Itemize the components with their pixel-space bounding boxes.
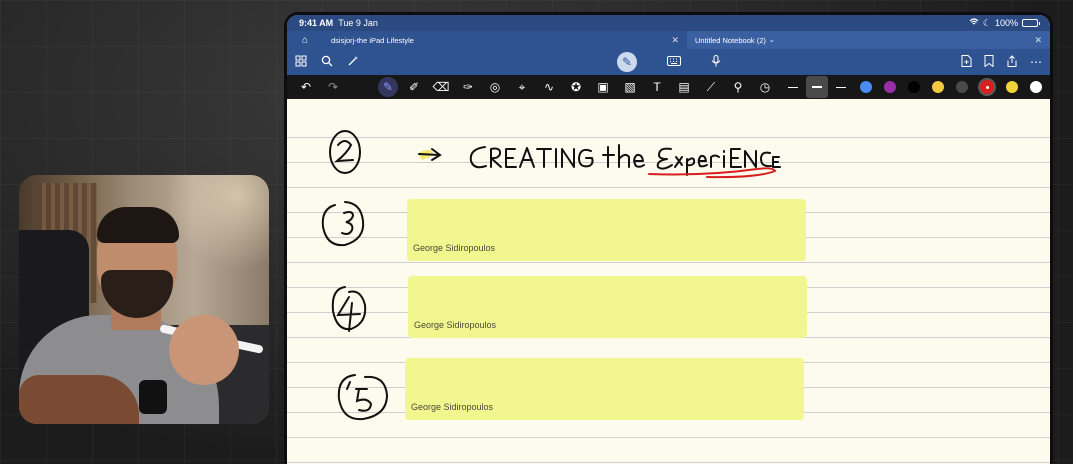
battery-percent: 100% bbox=[994, 18, 1018, 28]
sticky-note-author: George Sidiropoulos bbox=[413, 243, 496, 253]
nav-left-group bbox=[295, 49, 359, 75]
more-icon[interactable]: ⋯ bbox=[1030, 55, 1042, 69]
add-page-icon[interactable] bbox=[961, 54, 972, 70]
sticky-note[interactable]: George Sidiropoulos bbox=[405, 358, 804, 420]
status-time: 9:41 AM bbox=[299, 18, 334, 28]
thickness-group bbox=[782, 76, 852, 98]
color-swatch[interactable] bbox=[908, 81, 920, 93]
keyboard-icon[interactable] bbox=[667, 55, 681, 69]
history-icon[interactable]: ◷ bbox=[754, 76, 776, 98]
drawing-toolbar: ↶ ↷ ✎ ✐ ⌫ ✑ ◎ ⌖ ∿ ✪ ▣ ▧ T ▤ ⟋ ⚲ ◷ bbox=[287, 75, 1050, 99]
grid-icon[interactable] bbox=[295, 55, 307, 70]
pen-mode-icon[interactable]: ✎ bbox=[617, 52, 637, 72]
pen-tool-icon[interactable]: ✎ bbox=[378, 77, 398, 97]
microphone-icon[interactable] bbox=[711, 54, 721, 70]
color-swatch[interactable] bbox=[956, 81, 968, 93]
pencil-tool-icon[interactable]: ✐ bbox=[403, 76, 425, 98]
chevron-down-icon[interactable]: ⌄ bbox=[769, 36, 775, 44]
shape-tool-icon[interactable]: ◎ bbox=[484, 76, 506, 98]
home-icon[interactable]: ⌂ bbox=[287, 35, 323, 46]
navigation-bar: ✎ ⋯ bbox=[287, 49, 1050, 75]
camera-tool-icon[interactable]: ▤ bbox=[673, 76, 695, 98]
color-swatch[interactable] bbox=[932, 81, 944, 93]
search-icon[interactable] bbox=[321, 55, 333, 70]
thickness-thin[interactable] bbox=[782, 76, 804, 98]
tab-ipad-lifestyle[interactable]: dsisjorj-the iPad Lifestyle ✕ bbox=[323, 31, 687, 49]
thick-line-mark bbox=[836, 86, 846, 88]
eraser-tool-icon[interactable]: ⌫ bbox=[430, 76, 452, 98]
handwritten-arrow bbox=[417, 148, 442, 161]
close-icon[interactable]: ✕ bbox=[1034, 35, 1042, 46]
color-swatch[interactable] bbox=[1006, 81, 1018, 93]
color-swatch[interactable] bbox=[860, 81, 872, 93]
status-right: ☾ 100% bbox=[969, 17, 1040, 29]
medium-line-mark bbox=[812, 86, 822, 88]
highlighter-tool-icon[interactable]: ✑ bbox=[457, 76, 479, 98]
ruler-tool-icon[interactable]: ⟋ bbox=[700, 76, 722, 98]
sticky-note-author: George Sidiropoulos bbox=[411, 402, 494, 412]
close-icon[interactable]: ✕ bbox=[671, 35, 679, 46]
battery-icon bbox=[1022, 19, 1040, 27]
tab-untitled-notebook[interactable]: Untitled Notebook (2) ⌄ ✕ bbox=[687, 31, 1050, 49]
tool-group: ↶ ↷ ✎ ✐ ⌫ ✑ ◎ ⌖ ∿ ✪ ▣ ▧ T ▤ ⟋ ⚲ ◷ bbox=[295, 76, 776, 98]
status-bar: 9:41 AM Tue 9 Jan ☾ 100% bbox=[287, 15, 1050, 31]
lasso-tool-icon[interactable]: ⌖ bbox=[511, 76, 533, 98]
tab-label: Untitled Notebook (2) bbox=[695, 35, 766, 45]
sticky-note[interactable]: George Sidiropoulos bbox=[407, 199, 806, 261]
handwritten-number-3 bbox=[321, 201, 365, 247]
red-underline bbox=[648, 167, 777, 179]
lamp-light bbox=[169, 175, 269, 275]
image-tool-icon[interactable]: ▧ bbox=[619, 76, 641, 98]
wifi-icon bbox=[969, 18, 979, 28]
moon-icon: ☾ bbox=[982, 17, 991, 28]
color-swatch[interactable] bbox=[1030, 81, 1042, 93]
thin-line-mark bbox=[788, 86, 798, 88]
magic-icon[interactable] bbox=[347, 55, 359, 70]
ipad-screen: 9:41 AM Tue 9 Jan ☾ 100% ⌂ dsisjorj-the … bbox=[287, 15, 1050, 464]
sticky-note[interactable]: George Sidiropoulos bbox=[408, 276, 807, 338]
handwritten-number-5 bbox=[337, 374, 389, 421]
handwritten-number-4 bbox=[331, 286, 367, 332]
handwritten-heading bbox=[469, 144, 781, 176]
tab-label: dsisjorj-the iPad Lifestyle bbox=[331, 35, 414, 45]
thickness-medium[interactable] bbox=[806, 76, 828, 98]
webcam-overlay bbox=[19, 175, 269, 424]
presenter-hand bbox=[169, 315, 239, 385]
text-tool-icon[interactable]: T bbox=[646, 76, 668, 98]
presenter-arm bbox=[19, 375, 139, 424]
nav-center-group: ✎ bbox=[617, 49, 721, 75]
laser-pointer-icon[interactable]: ⚲ bbox=[727, 76, 749, 98]
sticker-tool-icon[interactable]: ▣ bbox=[592, 76, 614, 98]
undo-icon[interactable]: ↶ bbox=[295, 76, 317, 98]
presenter-hair bbox=[97, 207, 179, 243]
nav-right-group: ⋯ bbox=[961, 49, 1042, 75]
lasso-select-icon[interactable]: ∿ bbox=[538, 76, 560, 98]
bookmark-icon[interactable] bbox=[984, 54, 994, 70]
color-swatch[interactable] bbox=[884, 81, 896, 93]
presenter-watch bbox=[139, 380, 167, 414]
handwritten-number-2 bbox=[329, 130, 361, 174]
thickness-thick[interactable] bbox=[830, 76, 852, 98]
color-swatch[interactable] bbox=[980, 80, 994, 94]
sticky-note-author: George Sidiropoulos bbox=[414, 320, 497, 330]
status-date: Tue 9 Jan bbox=[338, 18, 378, 28]
elements-tool-icon[interactable]: ✪ bbox=[565, 76, 587, 98]
tab-bar: ⌂ dsisjorj-the iPad Lifestyle ✕ Untitled… bbox=[287, 31, 1050, 49]
color-swatch-group bbox=[860, 80, 1042, 94]
ipad-frame: 9:41 AM Tue 9 Jan ☾ 100% ⌂ dsisjorj-the … bbox=[284, 12, 1053, 464]
share-icon[interactable] bbox=[1006, 54, 1018, 70]
redo-icon[interactable]: ↷ bbox=[322, 76, 344, 98]
notebook-page[interactable]: George Sidiropoulos George Sidiropoulos … bbox=[287, 99, 1050, 464]
